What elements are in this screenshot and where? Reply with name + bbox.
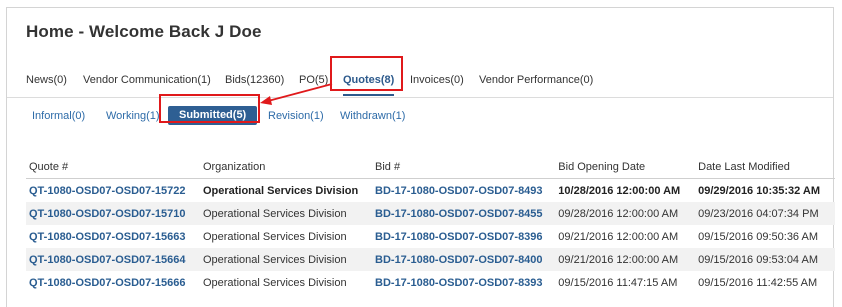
quote-link[interactable]: QT-1080-OSD07-OSD07-15664 [29,254,186,266]
quote-link[interactable]: QT-1080-OSD07-OSD07-15666 [29,277,186,289]
organization-cell: Operational Services Division [202,276,347,289]
tab-vendor-communication[interactable]: Vendor Communication(1) [83,74,211,86]
tab-bids[interactable]: Bids(12360) [225,74,284,86]
date-last-modified-cell: 09/23/2016 04:07:34 PM [695,202,835,225]
bid-opening-date-cell: 09/28/2016 12:00:00 AM [555,202,696,225]
column-header-date-last-modified[interactable]: Date Last Modified [695,156,835,179]
organization-cell: Operational Services Division [202,184,359,197]
organization-cell: Operational Services Division [199,248,373,271]
tab-po[interactable]: PO(5) [299,74,328,86]
quote-link[interactable]: QT-1080-OSD07-OSD07-15710 [29,208,186,220]
column-header-quote[interactable]: Quote # [26,156,200,179]
column-header-bid[interactable]: Bid # [372,156,556,179]
main-tab-bar: News(0) Vendor Communication(1) Bids(123… [7,64,833,98]
quote-link[interactable]: QT-1080-OSD07-OSD07-15663 [29,231,186,243]
quotes-table: Quote # Organization Bid # Bid Opening D… [26,156,835,294]
bid-opening-date-cell: 09/15/2016 11:47:15 AM [558,276,678,289]
submitted-tab-highlight-box [159,94,260,123]
page-title: Home - Welcome Back J Doe [26,22,262,41]
date-last-modified-cell: 09/15/2016 09:50:36 AM [698,230,819,243]
bid-link[interactable]: BD-17-1080-OSD07-OSD07-8455 [375,208,543,220]
subtab-revision[interactable]: Revision(1) [268,110,324,122]
quote-link[interactable]: QT-1080-OSD07-OSD07-15722 [29,185,186,197]
tab-news[interactable]: News(0) [26,74,67,86]
home-panel: Home - Welcome Back J Doe News(0) Vendor… [6,7,835,307]
bid-link[interactable]: BD-17-1080-OSD07-OSD07-8396 [375,231,543,243]
bid-link[interactable]: BD-17-1080-OSD07-OSD07-8393 [375,277,543,289]
bid-opening-date-cell: 09/21/2016 12:00:00 AM [558,230,679,243]
sub-tab-bar: Informal(0) Working(1) Submitted(5) Revi… [7,98,833,138]
table-row: QT-1080-OSD07-OSD07-15722 Operational Se… [26,179,835,203]
table-row: QT-1080-OSD07-OSD07-15710 Operational Se… [26,202,835,225]
tab-vendor-performance[interactable]: Vendor Performance(0) [479,74,593,86]
column-header-bid-opening-date[interactable]: Bid Opening Date [555,156,696,179]
table-row: QT-1080-OSD07-OSD07-15663 Operational Se… [26,225,835,248]
subtab-withdrawn[interactable]: Withdrawn(1) [340,110,405,122]
subtab-informal[interactable]: Informal(0) [32,110,85,122]
organization-cell: Operational Services Division [202,230,347,243]
date-last-modified-cell: 09/29/2016 10:35:32 AM [698,184,821,197]
bid-link[interactable]: BD-17-1080-OSD07-OSD07-8493 [375,185,543,197]
bid-link[interactable]: BD-17-1080-OSD07-OSD07-8400 [375,254,543,266]
bid-opening-date-cell: 10/28/2016 12:00:00 AM [558,184,681,197]
column-header-organization[interactable]: Organization [199,156,373,179]
date-last-modified-cell: 09/15/2016 11:42:55 AM [698,276,818,289]
organization-cell: Operational Services Division [199,202,373,225]
quotes-tab-highlight-box [330,56,403,91]
table-row: QT-1080-OSD07-OSD07-15666 Operational Se… [26,271,835,294]
tab-invoices[interactable]: Invoices(0) [410,74,464,86]
bid-opening-date-cell: 09/21/2016 12:00:00 AM [555,248,696,271]
date-last-modified-cell: 09/15/2016 09:53:04 AM [695,248,835,271]
table-header-row: Quote # Organization Bid # Bid Opening D… [26,156,835,179]
table-row: QT-1080-OSD07-OSD07-15664 Operational Se… [26,248,835,271]
subtab-working[interactable]: Working(1) [106,110,160,122]
